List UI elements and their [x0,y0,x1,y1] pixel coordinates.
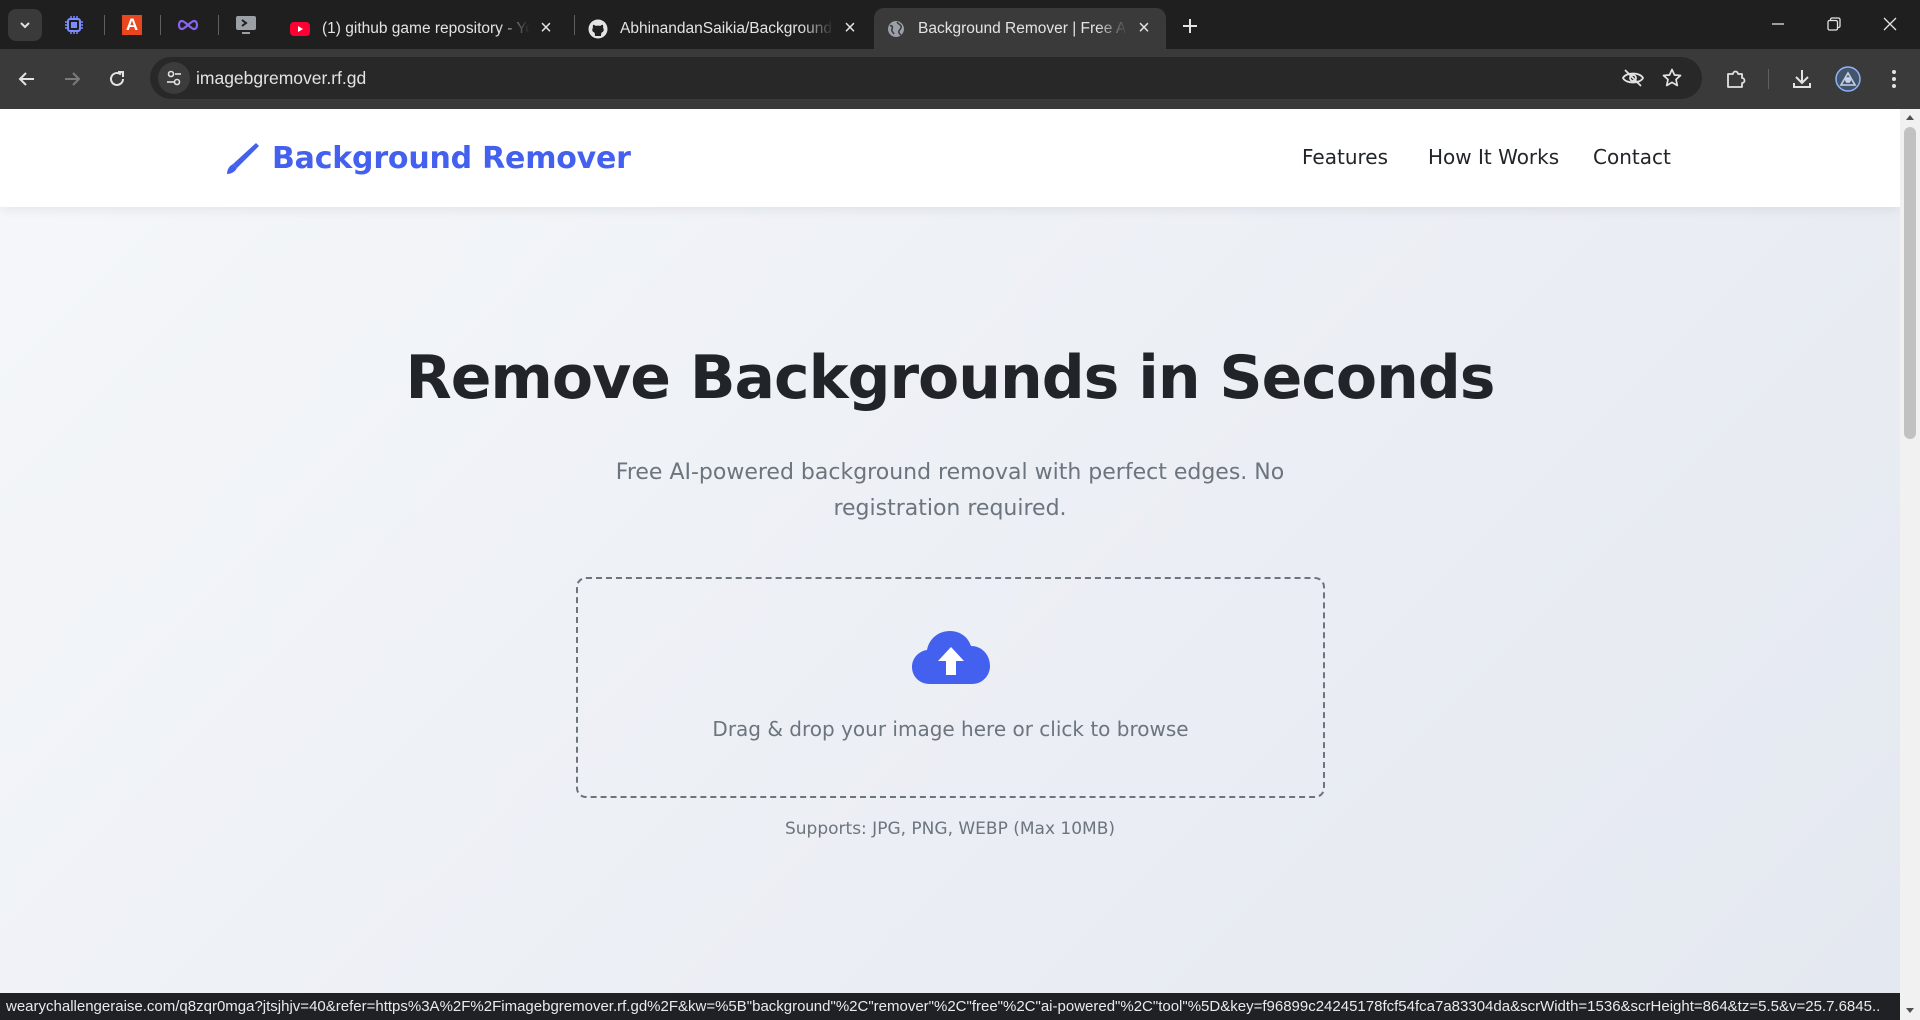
pinned-tab-remote[interactable] [226,10,266,40]
download-icon [1793,70,1811,88]
pinned-tab-chip[interactable] [54,10,94,40]
minimize-button[interactable] [1750,0,1806,48]
scroll-down-arrow-icon[interactable] [1905,1005,1915,1015]
tune-icon [167,70,181,86]
pinned-tab-infinity[interactable] [168,10,208,40]
address-bar[interactable]: imagebgremover.rf.gd [150,57,1702,99]
tab-title: Background Remover | Free AI-Powered Too… [918,19,1128,37]
eye-off-icon [1621,69,1645,87]
star-icon [1662,68,1682,87]
page-viewport: Background Remover Features How It Works… [0,109,1900,993]
site-logo[interactable]: Background Remover [224,139,631,177]
browser-toolbar: imagebgremover.rf.gd [0,49,1920,109]
browser-menu-button[interactable] [1880,65,1908,93]
tab-title: (1) github game repository - YouTube [322,19,530,37]
close-tab-button[interactable]: × [1134,17,1154,39]
nav-link-contact[interactable]: Contact [1593,145,1671,169]
cloud-upload-icon [912,631,990,684]
close-icon [1883,17,1897,31]
tracking-protection-button[interactable] [1621,66,1645,90]
pinned-tab-a[interactable]: A [112,10,152,40]
forward-arrow-icon [65,72,81,86]
toolbar-separator [1768,69,1769,89]
supported-formats-text: Supports: JPG, PNG, WEBP (Max 10MB) [784,819,1116,839]
chip-icon [65,16,83,34]
globe-icon [886,19,906,39]
bookmark-button[interactable] [1660,66,1684,90]
tab-separator [160,15,161,35]
browser-tab-strip: A (1) github game repository - YouTube ×… [0,0,1920,49]
tab-youtube[interactable]: (1) github game repository - YouTube × [278,8,568,49]
nav-link-features[interactable]: Features [1302,145,1388,169]
forward-button[interactable] [55,62,89,96]
back-arrow-icon [18,72,34,86]
close-icon: × [1138,17,1150,39]
plus-icon [1183,19,1197,33]
close-icon: × [540,17,552,39]
site-header: Background Remover Features How It Works… [0,109,1900,207]
profile-button[interactable] [1834,65,1862,93]
extensions-button[interactable] [1722,65,1750,93]
tab-github[interactable]: AbhinandanSaikia/Background-Remover × [576,8,872,49]
site-info-button[interactable] [158,62,190,94]
close-icon: × [844,17,856,39]
tab-search-button[interactable] [8,9,42,41]
scroll-up-arrow-icon[interactable] [1905,113,1915,123]
back-button[interactable] [10,62,44,96]
reload-icon [110,71,124,86]
page-scrollbar[interactable] [1900,109,1920,1020]
reload-button[interactable] [100,62,134,96]
minimize-icon [1772,23,1784,25]
logo-text: Background Remover [272,140,631,176]
hero-subtitle: Free AI-powered background removal with … [590,455,1310,527]
hero-subtitle-line: Free AI-powered background removal with … [615,460,1285,485]
remote-desktop-icon [236,16,256,34]
close-tab-button[interactable]: × [840,17,860,39]
paintbrush-icon [227,143,259,174]
url-text[interactable]: imagebgremover.rf.gd [196,68,366,89]
hero-title: Remove Backgrounds in Seconds [405,343,1496,413]
restore-icon [1827,17,1841,31]
tab-separator [104,15,105,35]
upload-dropzone[interactable]: Drag & drop your image here or click to … [576,577,1325,798]
tab-separator [218,15,219,35]
hero-subtitle-line: registration required. [833,496,1067,521]
tab-background-remover[interactable]: Background Remover | Free AI-Powered Too… [874,8,1166,49]
github-icon [588,19,608,39]
scrollbar-thumb[interactable] [1904,127,1916,439]
a-letter-icon: A [122,15,142,35]
new-tab-button[interactable] [1176,12,1204,40]
close-window-button[interactable] [1862,0,1918,48]
dropzone-text: Drag & drop your image here or click to … [712,717,1189,741]
chevron-down-icon [20,22,30,29]
tab-separator [574,15,575,35]
link-status-bubble: wearychallengeraise.com/q8zqr0mga?jtsjhj… [0,993,1880,1020]
downloads-button[interactable] [1788,65,1816,93]
close-tab-button[interactable]: × [536,17,556,39]
restore-button[interactable] [1806,0,1862,48]
more-vert-icon [1892,70,1896,88]
infinity-icon [177,19,199,31]
avatar-icon [1835,66,1861,92]
nav-link-how-it-works[interactable]: How It Works [1428,145,1559,169]
youtube-icon [290,19,310,39]
puzzle-icon [1727,70,1746,88]
tab-title: AbhinandanSaikia/Background-Remover [620,19,834,37]
